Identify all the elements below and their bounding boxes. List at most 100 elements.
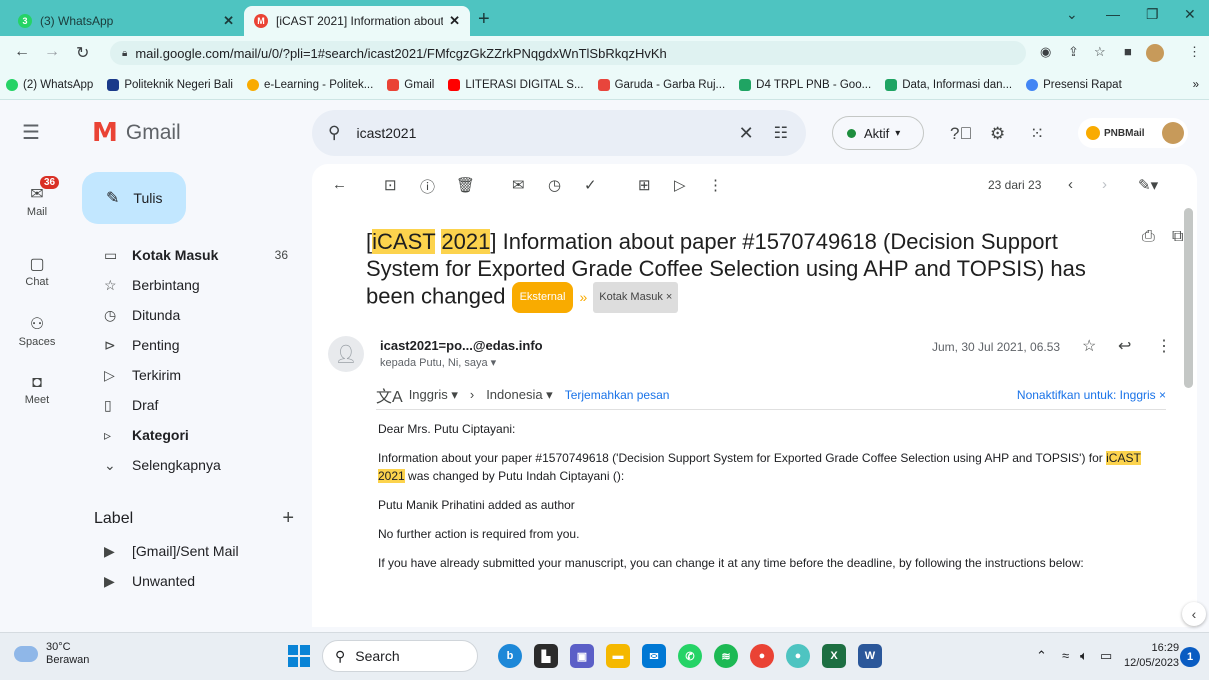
input-tools-icon[interactable]: ✎▾ <box>1138 176 1158 194</box>
search-bar[interactable]: ⚲ icast2021 ✕ ☷ <box>312 110 806 156</box>
search-input[interactable]: icast2021 <box>356 125 738 141</box>
turn-off-translate-link[interactable]: Nonaktifkan untuk: Inggris × <box>1017 388 1166 402</box>
reload-icon[interactable]: ↻ <box>76 43 89 63</box>
account-avatar[interactable] <box>1162 122 1184 144</box>
url-bar[interactable]: 🔒︎ mail.google.com/mail/u/0/?pli=1#searc… <box>110 41 1026 65</box>
bookmark-garuda[interactable]: Garuda - Garba Ruj... <box>597 78 725 91</box>
main-menu-icon[interactable]: ☰ <box>22 120 40 145</box>
back-to-search-icon[interactable]: ← <box>332 176 347 193</box>
more-options-icon[interactable]: ⋮ <box>708 176 723 194</box>
folder-more[interactable]: ⌄ Selengkapnya <box>82 450 302 480</box>
new-tab-button[interactable]: + <box>478 8 490 31</box>
folder-snoozed[interactable]: ◷ Ditunda <box>82 300 302 330</box>
window-close-button[interactable]: ✕ <box>1184 6 1196 23</box>
taskbar-search[interactable]: ⚲ Search <box>322 640 478 672</box>
inbox-label-chip[interactable]: Kotak Masuk × <box>593 282 679 313</box>
sidepanel-icon[interactable]: ■ <box>1124 44 1132 59</box>
report-spam-icon[interactable]: ⓘ <box>420 176 435 197</box>
whatsapp-icon[interactable]: ✆ <box>678 644 702 668</box>
restore-button[interactable]: ❐ <box>1146 6 1159 23</box>
folder-starred[interactable]: ☆ Berbintang <box>82 270 302 300</box>
gmail-logo[interactable]: M Gmail <box>92 118 181 148</box>
status-dropdown[interactable]: Aktif ▾ <box>832 116 924 150</box>
label-unwanted[interactable]: ▶ Unwanted <box>82 566 302 596</box>
importance-marker-icon[interactable]: » <box>579 289 587 305</box>
next-icon[interactable]: › <box>1102 176 1107 193</box>
scrollbar-thumb[interactable] <box>1184 208 1193 388</box>
close-icon[interactable]: ✕ <box>449 13 460 29</box>
bookmark-literasi[interactable]: LITERASI DIGITAL S... <box>448 78 584 91</box>
forward-icon[interactable]: → <box>44 43 60 61</box>
archive-icon[interactable]: ⊡ <box>384 176 397 194</box>
open-new-window-icon[interactable]: ⧉ <box>1172 228 1183 246</box>
windows-start-icon[interactable] <box>288 645 310 667</box>
wifi-icon[interactable]: ≈ <box>1062 648 1069 663</box>
spotify-icon[interactable]: ≋ <box>714 644 738 668</box>
folder-drafts[interactable]: ▯ Draf <box>82 390 302 420</box>
word-icon[interactable]: W <box>858 644 882 668</box>
sender-address[interactable]: icast2021=po...@edas.info <box>380 338 543 353</box>
close-icon[interactable]: ✕ <box>223 13 234 29</box>
folder-important[interactable]: ⊳ Penting <box>82 330 302 360</box>
settings-gear-icon[interactable]: ⚙ <box>990 124 1005 144</box>
sender-avatar[interactable]: 👤︎ <box>328 336 364 372</box>
message-more-icon[interactable]: ⋮ <box>1156 336 1172 356</box>
search-icon[interactable]: ⚲ <box>328 123 340 143</box>
reply-icon[interactable]: ↩ <box>1118 336 1131 356</box>
rail-meet[interactable]: ◘ Meet <box>0 374 74 406</box>
folder-inbox[interactable]: ▭ Kotak Masuk 36 <box>82 240 302 270</box>
side-panel-toggle-icon[interactable]: ‹ <box>1182 602 1206 626</box>
minimize-button[interactable]: — <box>1106 6 1120 22</box>
teams-icon[interactable]: ▣ <box>570 644 594 668</box>
translate-to-select[interactable]: Indonesia ▾ <box>486 387 553 403</box>
excel-icon[interactable]: X <box>822 644 846 668</box>
tray-overflow-icon[interactable]: ⌃ <box>1036 648 1047 664</box>
task-view-icon[interactable]: ▙ <box>534 644 558 668</box>
share-icon[interactable]: ⇪ <box>1068 44 1079 60</box>
label-as-icon[interactable]: ▷ <box>674 176 686 194</box>
bookmark-star-icon[interactable]: ☆ <box>1094 44 1106 60</box>
help-icon[interactable]: ?⃝ <box>950 124 972 144</box>
bookmark-gmail[interactable]: Gmail <box>387 78 434 91</box>
folder-sent[interactable]: ▷ Terkirim <box>82 360 302 390</box>
tab-gmail[interactable]: M [iCAST 2021] Information about ✕ <box>244 6 470 36</box>
rail-mail[interactable]: ✉ Mail <box>0 184 74 218</box>
file-explorer-icon[interactable]: ▬ <box>606 644 630 668</box>
move-to-icon[interactable]: ⊞ <box>638 176 651 194</box>
star-icon[interactable]: ☆ <box>1082 336 1096 356</box>
snooze-icon[interactable]: ◷ <box>548 176 561 194</box>
rail-spaces[interactable]: ⚇ Spaces <box>0 314 74 348</box>
chrome-profile-icon[interactable]: ● <box>786 644 810 668</box>
bookmark-d4trpl[interactable]: D4 TRPL PNB - Goo... <box>739 78 871 91</box>
apps-grid-icon[interactable]: ⁙ <box>1030 124 1044 144</box>
recipients[interactable]: kepada Putu, Ni, saya ▾ <box>380 356 496 369</box>
mail-app-icon[interactable]: ✉ <box>642 644 666 668</box>
back-icon[interactable]: ← <box>14 43 30 61</box>
add-task-icon[interactable]: ✓ <box>584 176 597 194</box>
mark-unread-icon[interactable]: ✉ <box>512 176 525 194</box>
weather-widget[interactable]: 30°C Berawan <box>14 641 89 667</box>
system-clock[interactable]: 16:29 12/05/2023 <box>1124 641 1179 671</box>
bing-icon[interactable]: b <box>498 644 522 668</box>
account-brand-badge[interactable]: PNBMail <box>1078 118 1188 148</box>
previous-icon[interactable]: ‹ <box>1068 176 1073 193</box>
label-sent-mail[interactable]: ▶ [Gmail]/Sent Mail <box>82 536 302 566</box>
bookmark-whatsapp[interactable]: (2) WhatsApp <box>6 78 93 91</box>
print-icon[interactable]: ⎙ <box>1142 228 1155 246</box>
folder-categories[interactable]: ▹ Kategori <box>82 420 302 450</box>
eye-icon[interactable]: ◉ <box>1040 44 1051 60</box>
more-bookmarks-icon[interactable]: » <box>1193 79 1199 91</box>
translate-from-select[interactable]: Inggris ▾ <box>409 387 458 403</box>
chrome-icon[interactable]: ● <box>750 644 774 668</box>
compose-button[interactable]: ✎ Tulis <box>82 172 186 224</box>
bookmark-data-informasi[interactable]: Data, Informasi dan... <box>885 78 1012 91</box>
translate-message-link[interactable]: Terjemahkan pesan <box>565 388 670 402</box>
add-label-icon[interactable]: + <box>282 507 294 530</box>
battery-icon[interactable]: ▭ <box>1100 648 1112 664</box>
browser-menu-icon[interactable]: ⋮ <box>1188 44 1201 60</box>
bookmark-presensi[interactable]: Presensi Rapat <box>1026 78 1122 91</box>
tab-whatsapp[interactable]: 3 (3) WhatsApp ✕ <box>8 6 244 36</box>
rail-chat[interactable]: ▢ Chat <box>0 254 74 288</box>
delete-icon[interactable]: 🗑︎ <box>456 176 475 194</box>
bookmark-elearning[interactable]: e-Learning - Politek... <box>246 78 373 91</box>
